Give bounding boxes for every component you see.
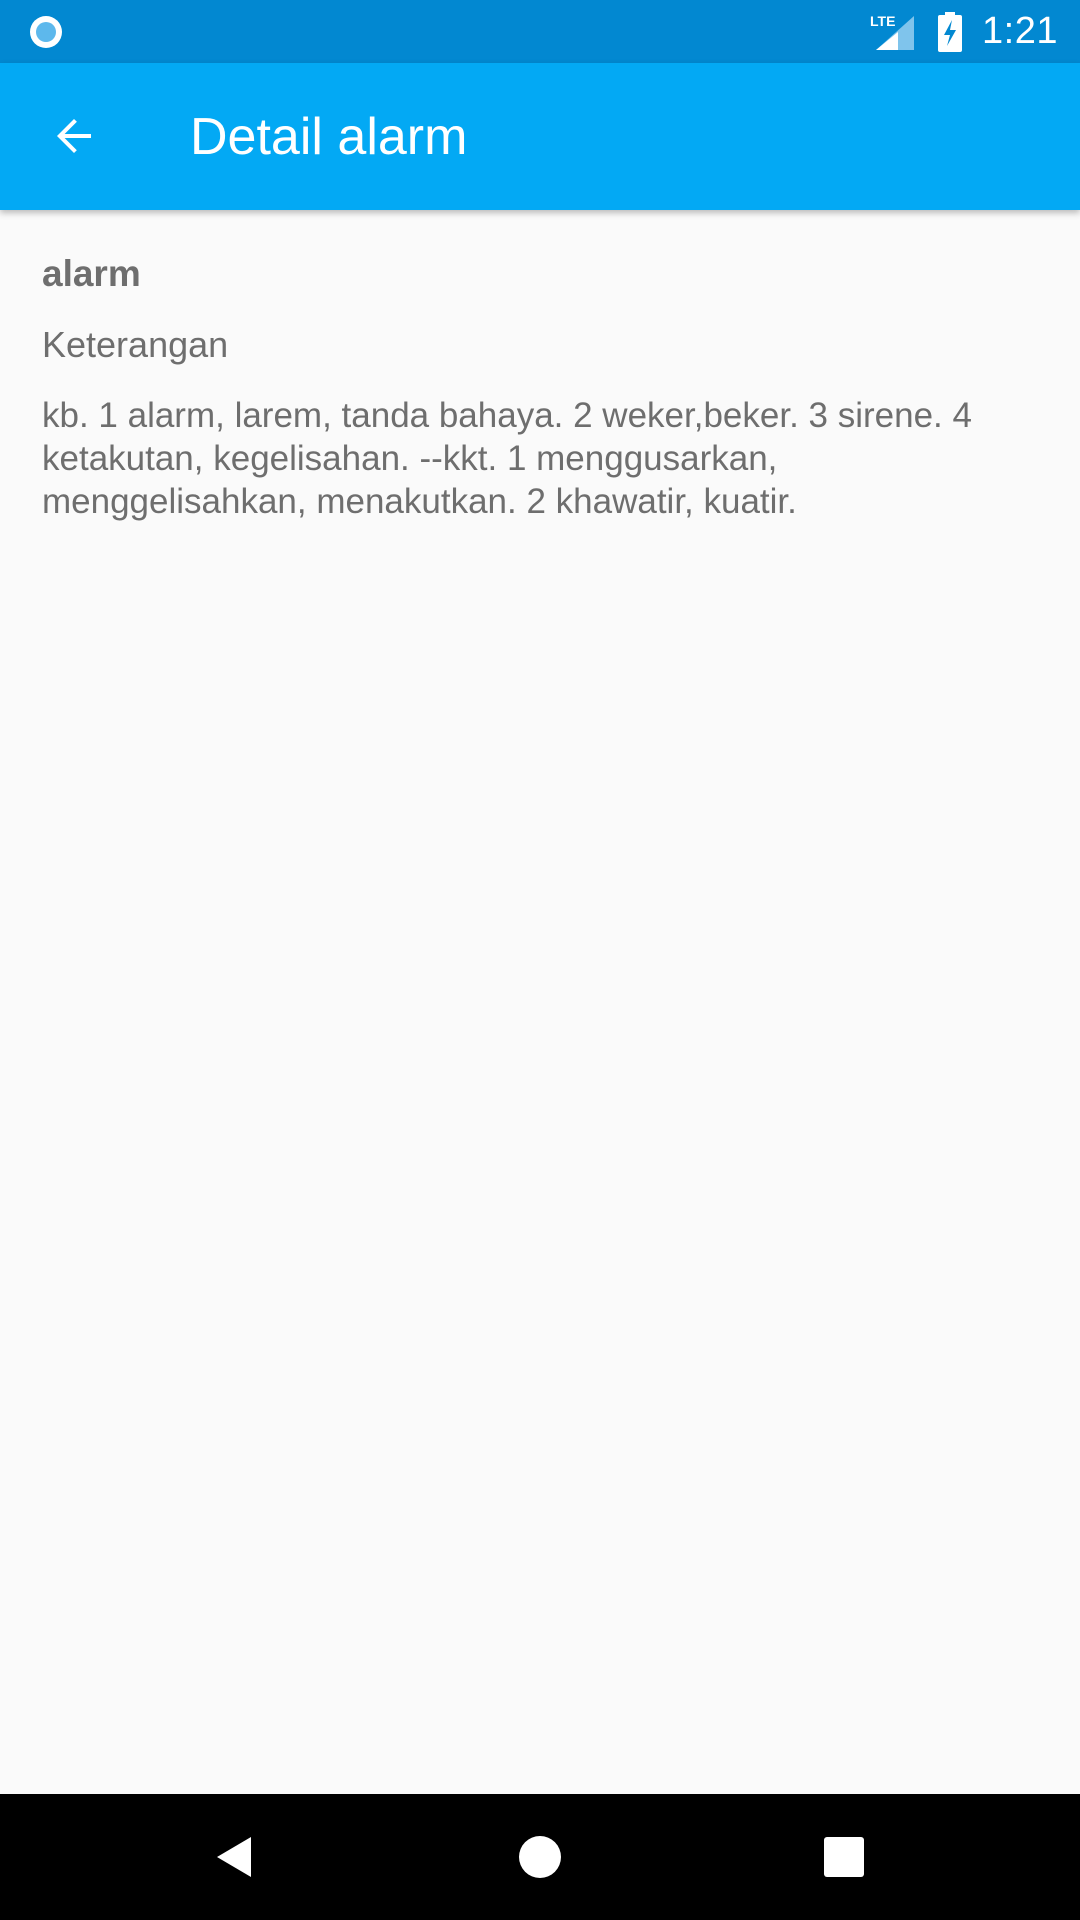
notification-circle-icon [30,16,62,48]
nav-back-triangle-icon [217,1837,251,1877]
navigation-bar [0,1794,1080,1920]
battery-charging-icon [938,11,963,52]
back-button[interactable] [38,99,112,173]
nav-recents-button[interactable] [807,1820,881,1894]
definition-text: kb. 1 alarm, larem, tanda bahaya. 2 weke… [42,396,972,521]
detail-content: alarm Keterangan kb. 1 alarm, larem, tan… [42,250,1042,523]
nav-back-button[interactable] [198,1820,272,1894]
page-title: Detail alarm [190,108,468,166]
status-bar: LTE 1:21 [0,0,1080,63]
app-bar: Detail alarm [0,63,1080,210]
lte-signal-icon: LTE [870,13,915,50]
section-label: Keterangan [42,324,229,365]
status-icons: LTE 1:21 [868,0,1058,63]
word-title: alarm [42,253,141,294]
svg-text:LTE: LTE [870,13,895,29]
arrow-back-icon [57,119,91,153]
nav-home-button[interactable] [503,1820,577,1894]
nav-home-circle-icon [519,1836,561,1878]
status-time: 1:21 [982,10,1058,52]
nav-recents-square-icon [824,1837,864,1877]
